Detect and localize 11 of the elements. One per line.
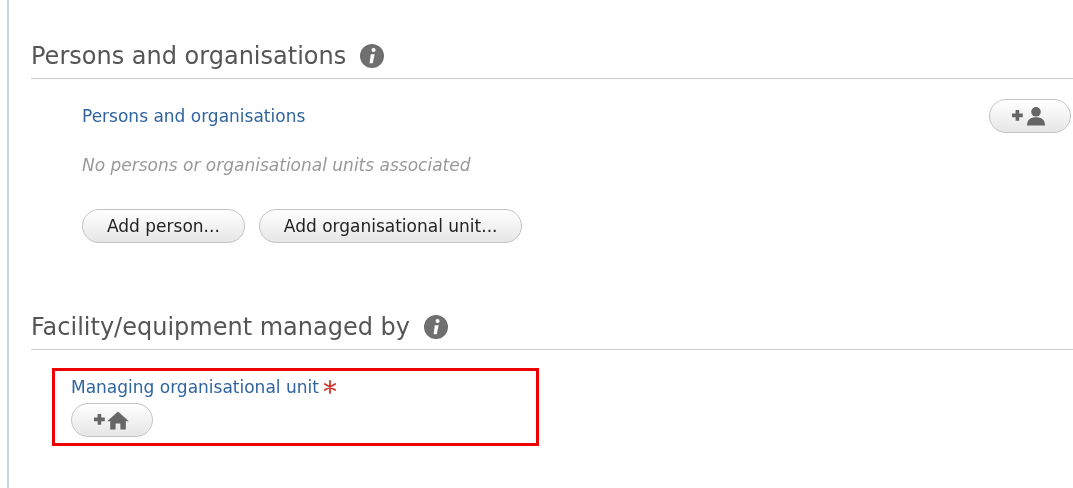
- section-title: Facility/equipment managed by: [31, 313, 411, 341]
- add-button[interactable]: Add organisational unit...: [258, 209, 523, 243]
- add-unit-button[interactable]: [71, 403, 153, 437]
- section-title: Persons and organisations: [31, 42, 347, 70]
- info-icon[interactable]: [424, 315, 449, 339]
- info-icon[interactable]: [360, 44, 385, 68]
- add-person-button[interactable]: [989, 99, 1071, 133]
- empty-message: No persons or organisational units associated: [82, 155, 472, 175]
- field-label: Persons and organisations: [82, 106, 306, 126]
- add-button[interactable]: Add person...: [82, 209, 245, 243]
- field-label: Managing organisational unit: [71, 377, 319, 397]
